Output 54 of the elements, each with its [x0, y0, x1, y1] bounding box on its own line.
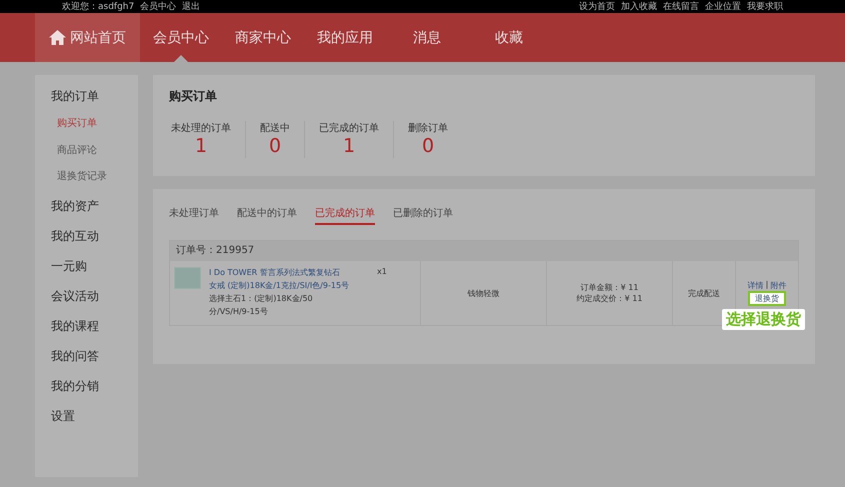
link-separator: | [766, 280, 768, 291]
top-bar-link[interactable]: 加入收藏 [621, 0, 657, 12]
order-link[interactable]: 详情 [748, 280, 764, 291]
order-status: 完成配送 [688, 288, 720, 298]
photo-placeholder [174, 267, 201, 289]
stat-label: 配送中 [260, 122, 290, 135]
top-bar-link[interactable]: 企业位置 [705, 0, 741, 12]
callout-label: 选择退换货 [722, 309, 805, 330]
stat-label: 未处理的订单 [171, 122, 231, 135]
sidebar-item[interactable]: 我的问答 [35, 340, 138, 370]
sidebar-item[interactable]: 我的订单 [35, 81, 138, 111]
product-link[interactable]: 女戒 (定制)18K金/1克拉/SI/I色/9-15号 [209, 280, 369, 291]
nav-item[interactable]: 网站首页 [35, 13, 140, 62]
nav-item[interactable]: 商家中心 [222, 13, 304, 62]
card-title: 购买订单 [169, 88, 218, 105]
stat-value: 1 [342, 135, 356, 157]
stat-label: 删除订单 [408, 122, 448, 135]
nav-item[interactable]: 我的应用 [304, 13, 386, 62]
top-bar-link[interactable]: 会员中心 [140, 0, 176, 12]
stat-value: 0 [268, 135, 282, 157]
sidebar-item[interactable]: 我的分销 [35, 370, 138, 400]
nav-item[interactable]: 收藏 [468, 13, 550, 62]
order-link[interactable]: 附件 [770, 280, 786, 291]
stat-value: 0 [422, 135, 434, 157]
product-options: 选择主石1：(定制)18K金/50 [209, 293, 369, 304]
order-tab[interactable]: 未处理订单 [169, 206, 219, 225]
product-link[interactable]: I Do TOWER 誓言系列法式繁复钻石 [209, 267, 369, 278]
order-tab[interactable]: 已删除的订单 [393, 206, 453, 225]
quantity: x1 [377, 267, 387, 278]
product-options: 分/VS/H/9-15号 [209, 306, 369, 317]
sidebar-item[interactable]: 会议活动 [35, 280, 138, 310]
delivery-note: 钱物轻微 [468, 288, 500, 298]
top-bar-link[interactable]: 欢迎您：asdfgh7 [62, 0, 134, 12]
home-icon [49, 30, 66, 45]
return-link[interactable]: 退换货 [748, 291, 786, 306]
sidebar-item[interactable]: 设置 [35, 400, 138, 430]
sidebar-subitem[interactable]: 退换货记录 [35, 164, 138, 190]
top-bar-link[interactable]: 设为首页 [579, 0, 615, 12]
sidebar-item[interactable]: 我的课程 [35, 310, 138, 340]
sidebar-item[interactable]: 我的互动 [35, 220, 138, 250]
deal-price: 约定成交价：¥ 11 [576, 293, 642, 304]
order-tab[interactable]: 配送中的订单 [237, 206, 297, 225]
order-amount: 订单金额：¥ 11 [580, 282, 638, 293]
sidebar-subitem[interactable]: 商品评论 [35, 138, 138, 164]
top-bar-link[interactable]: 我要求职 [747, 0, 783, 12]
nav-item[interactable]: 会员中心 [140, 13, 222, 62]
order-number: 订单号：219957 [170, 241, 798, 261]
top-bar-link[interactable]: 在线留言 [663, 0, 699, 12]
sidebar-item[interactable]: 一元购 [35, 250, 138, 280]
top-bar-link[interactable]: 退出 [182, 0, 200, 12]
stat-label: 已完成的订单 [319, 122, 379, 135]
sidebar-item[interactable]: 我的资产 [35, 190, 138, 220]
stat-value: 1 [194, 135, 208, 157]
nav-item[interactable]: 消息 [386, 13, 468, 62]
